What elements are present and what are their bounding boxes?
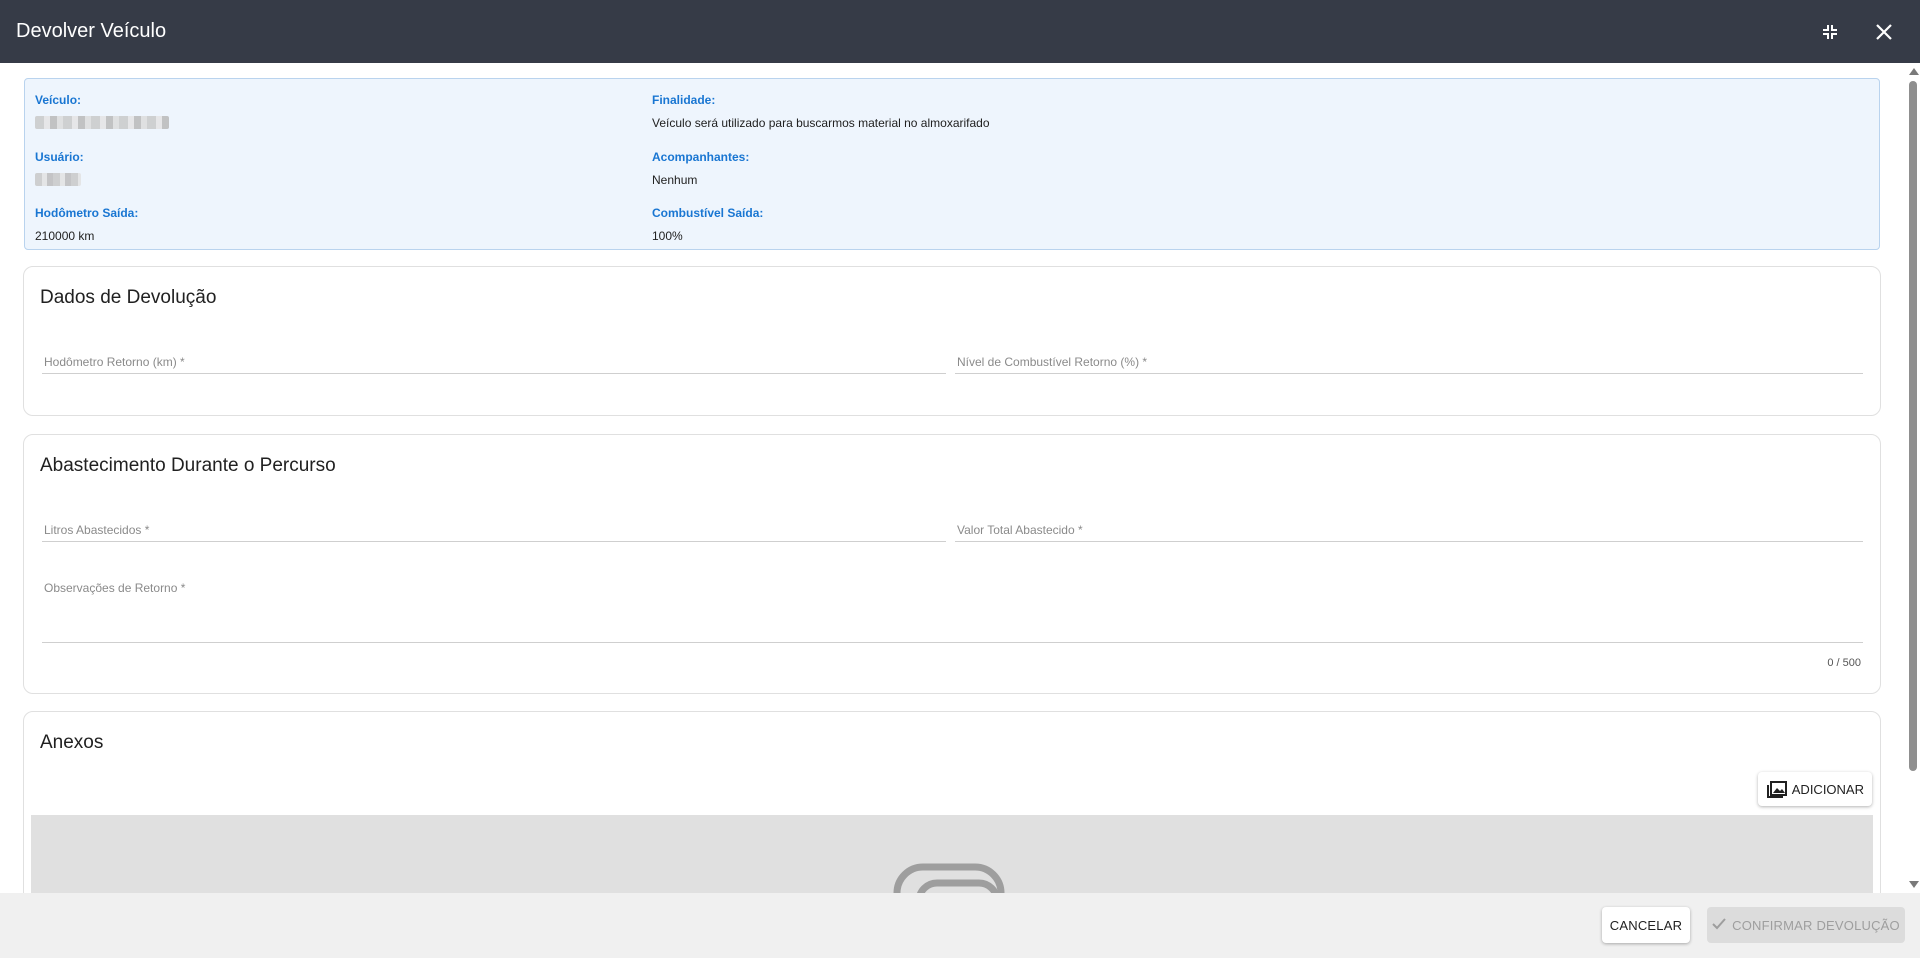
attachment-icon bbox=[893, 863, 1005, 893]
dialog-header: Devolver Veículo bbox=[0, 0, 1920, 63]
close-icon[interactable] bbox=[1872, 20, 1896, 44]
abastecimento-card: Abastecimento Durante o Percurso Litros … bbox=[23, 434, 1881, 694]
minimize-icon[interactable] bbox=[1818, 20, 1842, 44]
combustivel-retorno-placeholder: Nível de Combustível Retorno (%) * bbox=[957, 355, 1148, 369]
devolucao-heading: Dados de Devolução bbox=[40, 287, 217, 308]
devolucao-card: Dados de Devolução Hodômetro Retorno (km… bbox=[23, 266, 1881, 416]
combustivel-saida-label: Combustível Saída: bbox=[652, 206, 764, 220]
content-scrollbar[interactable] bbox=[1906, 63, 1920, 893]
litros-abastecidos-placeholder: Litros Abastecidos * bbox=[44, 523, 150, 537]
anexos-heading: Anexos bbox=[40, 732, 104, 753]
veiculo-value-redacted bbox=[35, 116, 169, 129]
trip-summary-panel: Veículo: Finalidade: Veículo será utiliz… bbox=[24, 78, 1880, 250]
finalidade-label: Finalidade: bbox=[652, 93, 716, 107]
dialog-content: Veículo: Finalidade: Veículo será utiliz… bbox=[0, 63, 1908, 893]
add-attachment-label: ADICIONAR bbox=[1791, 781, 1864, 797]
attachments-dropzone[interactable] bbox=[31, 815, 1873, 893]
add-attachment-button[interactable]: ADICIONAR bbox=[1757, 772, 1872, 806]
anexos-card: Anexos ADICIONAR bbox=[23, 711, 1881, 893]
dialog-title: Devolver Veículo bbox=[16, 20, 167, 42]
finalidade-value: Veículo será utilizado para buscarmos ma… bbox=[652, 116, 990, 130]
usuario-label: Usuário: bbox=[35, 150, 84, 164]
veiculo-label: Veículo: bbox=[35, 93, 82, 107]
scroll-up-arrow[interactable] bbox=[1909, 68, 1919, 75]
combustivel-retorno-input[interactable]: Nível de Combustível Retorno (%) * bbox=[955, 352, 1863, 374]
confirm-return-label: CONFIRMAR DEVOLUÇÃO bbox=[1732, 917, 1900, 933]
observacoes-placeholder: Observações de Retorno * bbox=[44, 581, 186, 595]
confirm-return-button[interactable]: CONFIRMAR DEVOLUÇÃO bbox=[1707, 907, 1905, 943]
hodometro-saida-label: Hodômetro Saída: bbox=[35, 206, 139, 220]
hodometro-saida-value: 210000 km bbox=[35, 229, 95, 243]
hodometro-retorno-placeholder: Hodômetro Retorno (km) * bbox=[44, 355, 185, 369]
acompanhantes-value: Nenhum bbox=[652, 173, 698, 187]
add-photo-icon bbox=[1766, 778, 1788, 801]
observacoes-textarea[interactable]: Observações de Retorno * bbox=[42, 578, 1863, 643]
acompanhantes-label: Acompanhantes: bbox=[652, 150, 750, 164]
usuario-value-redacted bbox=[35, 173, 81, 186]
scroll-down-arrow[interactable] bbox=[1909, 881, 1919, 888]
hodometro-retorno-input[interactable]: Hodômetro Retorno (km) * bbox=[42, 352, 946, 374]
check-icon bbox=[1712, 917, 1726, 933]
abastecimento-heading: Abastecimento Durante o Percurso bbox=[40, 455, 336, 476]
scroll-thumb[interactable] bbox=[1909, 81, 1917, 771]
observacoes-counter: 0 / 500 bbox=[1827, 657, 1861, 669]
valor-total-input[interactable]: Valor Total Abastecido * bbox=[955, 520, 1863, 542]
litros-abastecidos-input[interactable]: Litros Abastecidos * bbox=[42, 520, 946, 542]
valor-total-placeholder: Valor Total Abastecido * bbox=[957, 523, 1083, 537]
dialog-footer: CANCELAR CONFIRMAR DEVOLUÇÃO bbox=[0, 893, 1920, 958]
cancel-button[interactable]: CANCELAR bbox=[1602, 907, 1690, 943]
combustivel-saida-value: 100% bbox=[652, 229, 683, 243]
